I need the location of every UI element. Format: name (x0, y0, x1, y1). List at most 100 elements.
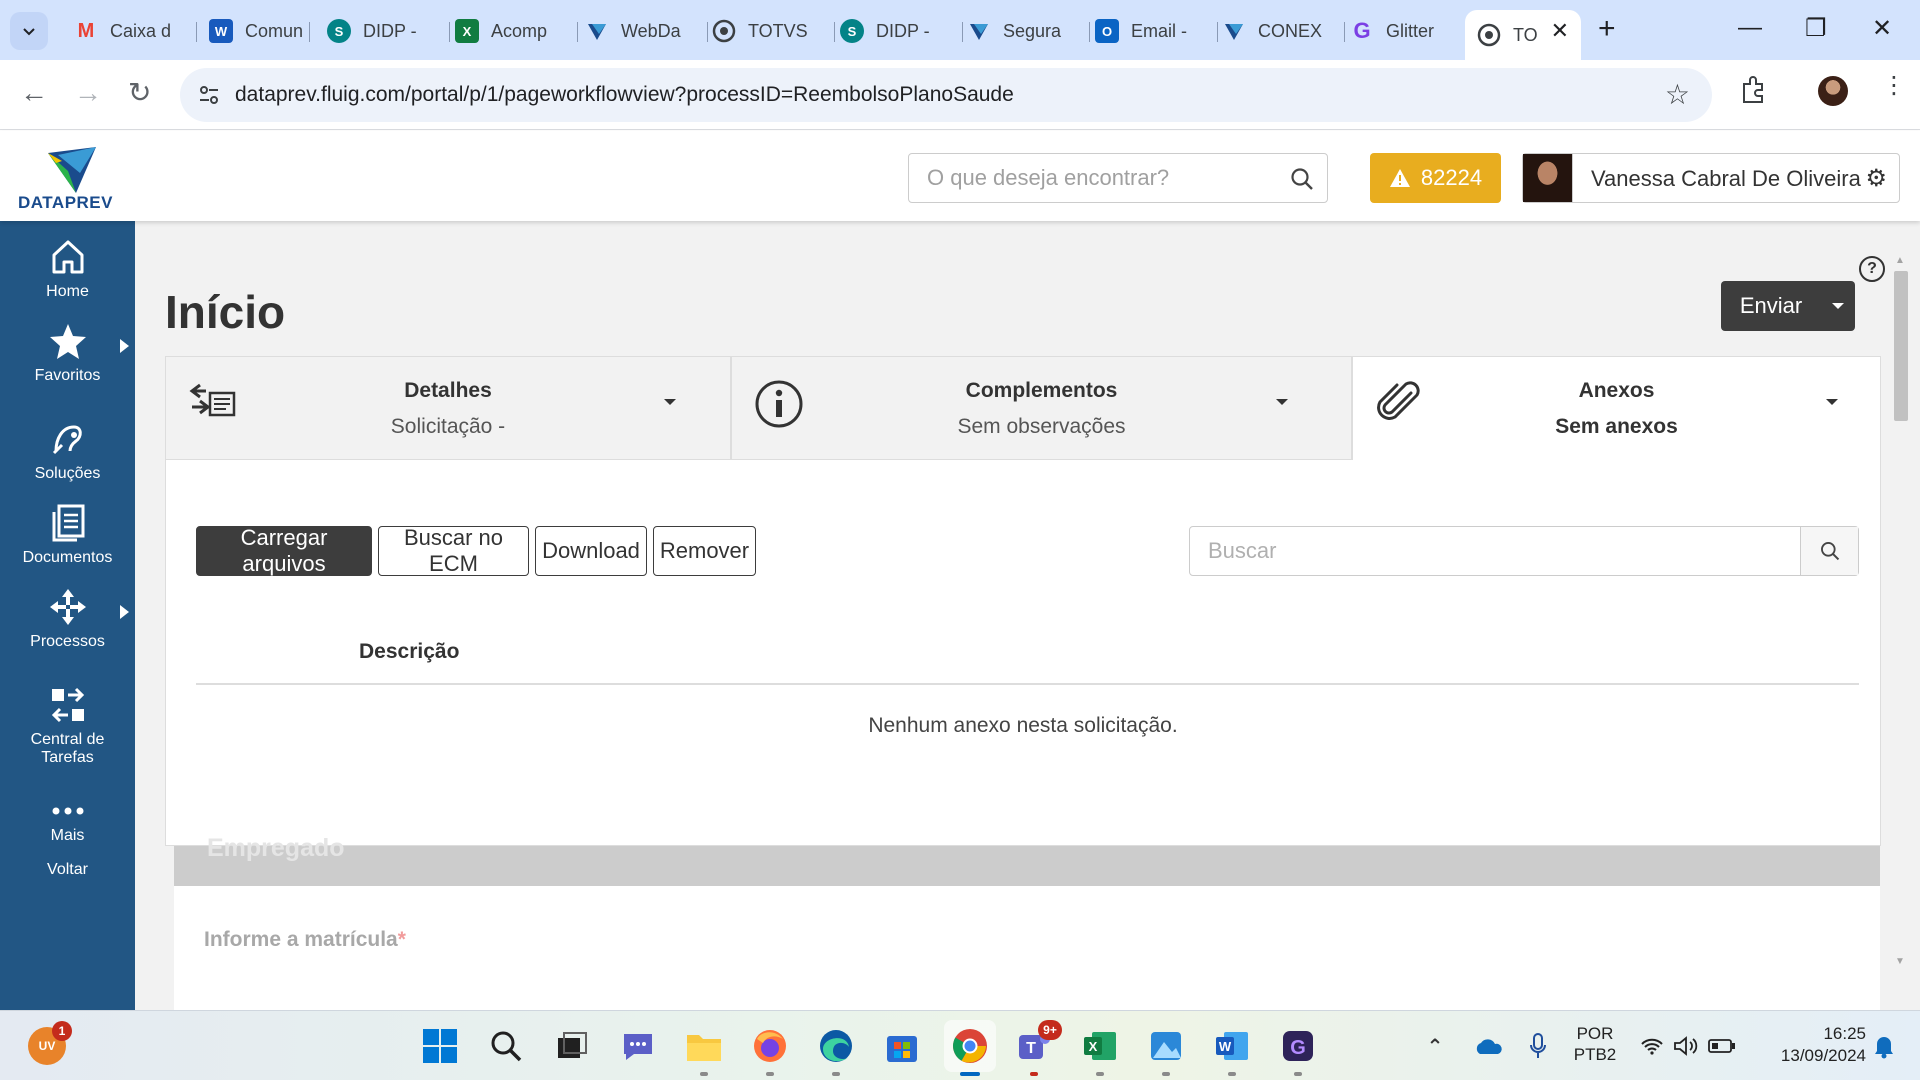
page-scrollbar[interactable]: ▲ ▼ (1890, 251, 1912, 996)
browser-menu-icon[interactable]: ⋮ (1882, 74, 1906, 98)
new-tab-button[interactable]: + (1598, 14, 1616, 44)
address-bar[interactable]: dataprev.fluig.com/portal/p/1/pageworkfl… (180, 68, 1712, 122)
logo-text: DATAPREV (18, 193, 113, 212)
restore-icon[interactable]: ❐ (1805, 14, 1827, 43)
gmail-icon: M (77, 19, 95, 42)
extensions-icon[interactable] (1740, 76, 1766, 109)
close-tab-icon[interactable]: ✕ (1551, 18, 1569, 44)
outlook-icon: O (1095, 19, 1119, 43)
search-ecm-button[interactable]: Buscar no ECM (378, 525, 529, 576)
onedrive-icon[interactable] (1470, 1024, 1506, 1068)
teams-icon[interactable]: T 9+ (1012, 1020, 1062, 1076)
microsoft-store-icon[interactable] (880, 1024, 924, 1068)
sidebar-item-mais[interactable]: Mais (0, 801, 135, 845)
battery-icon[interactable] (1706, 1024, 1738, 1068)
fluig-icon (712, 19, 736, 43)
volume-icon[interactable] (1670, 1024, 1702, 1068)
attachments-search-button[interactable] (1800, 527, 1858, 575)
close-window-icon[interactable]: ✕ (1872, 14, 1892, 43)
tab-complementos-subtitle: Sem observações (957, 415, 1126, 438)
send-dropdown-toggle[interactable] (1821, 281, 1855, 331)
send-button[interactable]: Enviar (1721, 281, 1855, 331)
tab-search-button[interactable] (10, 12, 48, 50)
glitter-taskbar-icon[interactable]: G (1276, 1024, 1320, 1076)
gear-icon[interactable]: ⚙ (1865, 164, 1887, 193)
search-icon[interactable] (1289, 166, 1315, 192)
download-button[interactable]: Download (535, 526, 647, 576)
file-explorer-icon[interactable] (682, 1024, 726, 1076)
wifi-icon[interactable] (1636, 1024, 1668, 1068)
section-title: Empregado (207, 834, 345, 862)
alert-count: 82224 (1420, 165, 1483, 190)
browser-tab[interactable]: TOTVS (700, 10, 835, 52)
browser-tab[interactable]: O Email - (1083, 10, 1218, 52)
sidebar-item-voltar[interactable]: Voltar (0, 861, 135, 879)
caret-down-icon[interactable] (1276, 392, 1288, 410)
excel-taskbar-icon[interactable]: X (1078, 1024, 1122, 1076)
upload-files-button[interactable]: Carregar arquivos (196, 525, 372, 576)
browser-tab[interactable]: G Glitter (1338, 10, 1473, 52)
minimize-icon[interactable]: — (1738, 14, 1762, 42)
input-language[interactable]: POR PTB2 (1570, 1023, 1620, 1065)
photos-icon[interactable] (1144, 1024, 1188, 1076)
chat-icon[interactable] (616, 1024, 660, 1068)
scroll-down-icon[interactable]: ▼ (1895, 956, 1905, 967)
tab-anexos[interactable]: Anexos Sem anexos (1352, 356, 1881, 460)
tab-detalhes-subtitle: Solicitação - (390, 415, 506, 438)
scroll-up-icon[interactable]: ▲ (1895, 255, 1905, 266)
profile-avatar[interactable] (1818, 76, 1848, 106)
bookmark-star-icon[interactable]: ☆ (1665, 78, 1690, 111)
remove-button[interactable]: Remover (653, 526, 756, 576)
dataprev-icon (1222, 19, 1246, 43)
clock[interactable]: 16:25 13/09/2024 (1756, 1023, 1866, 1067)
firefox-icon[interactable] (748, 1024, 792, 1076)
sidebar: Home Favoritos Soluções Documentos Proce… (0, 221, 135, 1010)
sidebar-item-documentos[interactable]: Documentos (0, 503, 135, 567)
browser-tab-active[interactable]: TO ✕ (1465, 10, 1581, 60)
global-search-input[interactable] (909, 154, 1279, 202)
caret-down-icon[interactable] (664, 392, 676, 410)
caret-down-icon[interactable] (1826, 392, 1838, 410)
notification-badge: 1 (52, 1021, 72, 1041)
user-menu[interactable]: Vanessa Cabral De Oliveira ⚙ (1522, 153, 1900, 203)
attachments-search-input[interactable] (1190, 527, 1800, 575)
microphone-icon[interactable] (1520, 1024, 1556, 1068)
alerts-button[interactable]: 82224 (1370, 153, 1501, 203)
browser-tab[interactable]: S DIDP - (828, 10, 963, 52)
weather-widget[interactable]: UV 1 (28, 1021, 72, 1065)
sidebar-item-home[interactable]: Home (0, 237, 135, 301)
browser-tab[interactable]: CONEX (1210, 10, 1345, 52)
edge-icon[interactable] (814, 1024, 858, 1076)
task-view-icon[interactable] (550, 1024, 594, 1068)
forward-icon[interactable]: → (74, 78, 102, 108)
browser-tab[interactable]: X Acomp (443, 10, 578, 52)
browser-tab[interactable]: W Comun (197, 10, 310, 52)
windows-taskbar: UV 1 T 9+ X W G ⌃ POR PTB2 16:25 13/09/2… (0, 1010, 1920, 1080)
word-icon: W (209, 19, 233, 43)
notification-bell-icon[interactable] (1868, 1024, 1900, 1068)
sidebar-item-solucoes[interactable]: Soluções (0, 419, 135, 483)
sidebar-item-processos[interactable]: Processos (0, 587, 135, 651)
scroll-thumb[interactable] (1894, 271, 1908, 421)
word-taskbar-icon[interactable]: W (1210, 1024, 1254, 1076)
column-header-descricao[interactable]: Descrição (359, 640, 459, 664)
attachments-panel: Carregar arquivos Buscar no ECM Download… (165, 460, 1881, 846)
browser-tab[interactable]: WebDa (573, 10, 708, 52)
windows-start-icon[interactable] (418, 1024, 462, 1068)
browser-tab[interactable]: S DIDP - (315, 10, 450, 52)
tab-detalhes[interactable]: Detalhes Solicitação - (165, 356, 731, 460)
reload-icon[interactable]: ↻ (128, 78, 151, 108)
sidebar-item-favoritos[interactable]: Favoritos (0, 321, 135, 385)
back-icon[interactable]: ← (20, 78, 48, 108)
url-text: dataprev.fluig.com/portal/p/1/pageworkfl… (235, 83, 1014, 106)
chrome-icon[interactable] (944, 1020, 996, 1076)
chevron-up-icon[interactable]: ⌃ (1420, 1024, 1450, 1068)
browser-tab[interactable]: M Caixa d (62, 10, 197, 52)
svg-text:T: T (1026, 1040, 1036, 1057)
browser-tab[interactable]: Segura (955, 10, 1090, 52)
tab-complementos[interactable]: Complementos Sem observações (731, 356, 1352, 460)
site-settings-icon[interactable] (196, 82, 222, 108)
sidebar-item-central-tarefas[interactable]: Central de Tarefas (0, 685, 135, 767)
help-icon[interactable]: ? (1859, 256, 1885, 282)
taskbar-search-icon[interactable] (484, 1024, 528, 1068)
